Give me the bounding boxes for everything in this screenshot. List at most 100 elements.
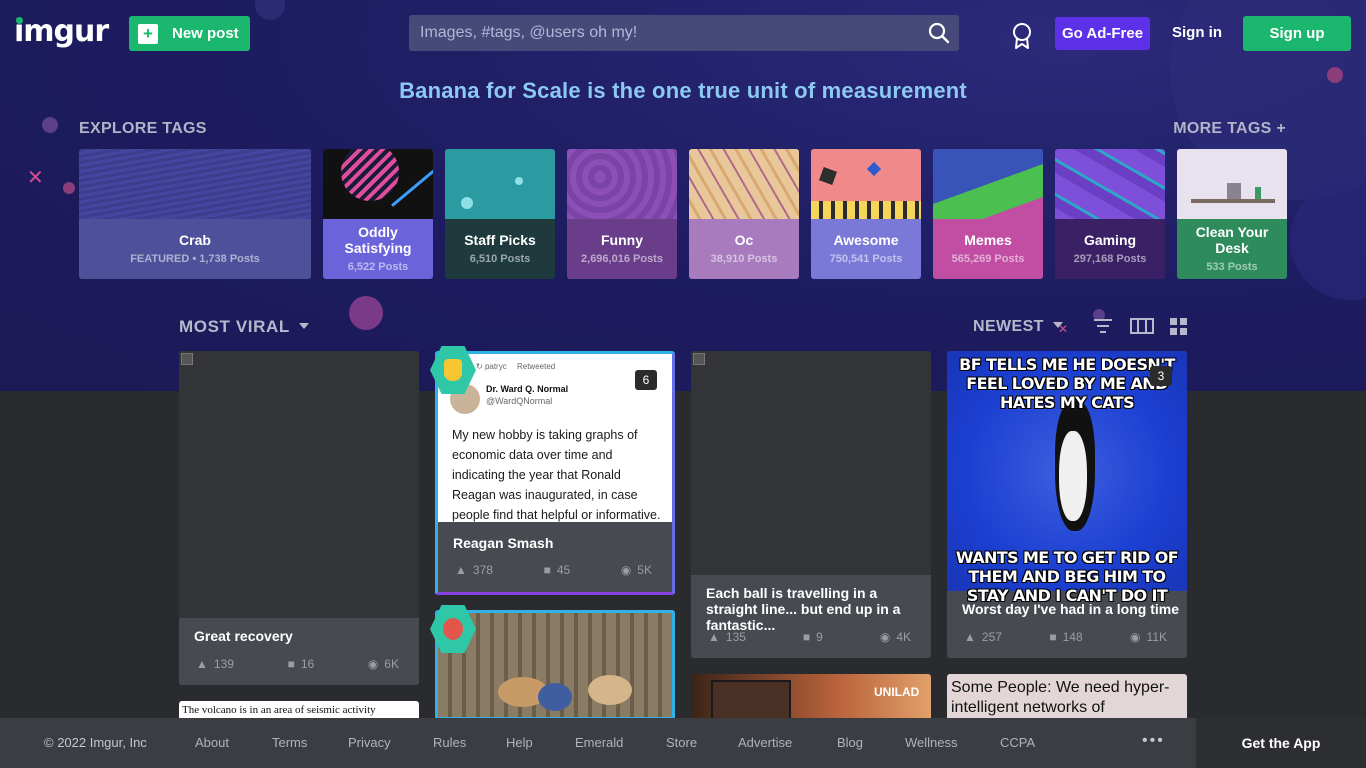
footer-link-privacy[interactable]: Privacy [348,735,391,750]
upvotes[interactable]: ▲ 135 [708,630,746,644]
upvotes[interactable]: ▲ 257 [964,630,1002,644]
upvote-count: 135 [725,630,746,644]
comment-icon: ■ [802,630,811,644]
post-card[interactable]: ↻ patryc Retweeted Dr. Ward Q. Normal @W… [435,351,675,595]
tag-name: Oddly Satisfying [344,224,412,256]
decor-circle [42,117,58,133]
post-title: Each ball is travelling in a straight li… [706,585,901,633]
more-tags-link[interactable]: MORE TAGS + [1173,120,1286,138]
grid-view-icon[interactable] [1169,316,1189,341]
comment-icon: ■ [287,657,295,671]
comment-count: 45 [556,563,571,577]
sign-in-link[interactable]: Sign in [1172,24,1222,41]
comment-count: 148 [1062,630,1083,644]
tag-card-oc[interactable]: Oc 38,910 Posts [689,149,799,279]
tag-card-funny[interactable]: Funny 2,696,016 Posts [567,149,677,279]
tag-count: 6,510 Posts [469,253,531,265]
tag-count: 565,269 Posts [951,253,1025,265]
upvotes[interactable]: ▲ 139 [196,657,234,671]
tag-name: Staff Picks [464,232,536,248]
arrow-up-icon: ▲ [964,630,976,644]
decor-circle [63,182,75,194]
tweet-handle: @WardQNormal [486,396,553,406]
footer-link-about[interactable]: About [195,735,229,750]
tag-card-clean-your-desk[interactable]: Clean Your Desk 533 Posts [1177,149,1287,279]
tag-image [323,149,433,219]
footer-link-help[interactable]: Help [506,735,533,750]
sort-label: MOST VIRAL [179,317,290,336]
view-count: 5K [637,563,652,577]
imgur-logo[interactable]: imgur [14,14,109,49]
comments: ■ 9 [803,630,823,644]
image-count-badge: 6 [635,370,657,390]
broken-image-icon [181,353,193,365]
tag-card-memes[interactable]: Memes 565,269 Posts [933,149,1043,279]
tag-name: Gaming [1083,232,1137,248]
go-ad-free-button[interactable]: Go Ad-Free [1055,17,1150,50]
get-the-app-button[interactable]: Get the App [1196,718,1366,768]
tag-card-staff-picks[interactable]: Staff Picks 6,510 Posts [445,149,555,279]
post-card[interactable]: Some People: We need hyper-intelligent n… [947,674,1187,724]
view-count: 4K [896,630,911,644]
footer: © 2022 Imgur, Inc About Terms Privacy Ru… [0,718,1366,768]
post-title: Worst day I've had in a long time [962,601,1179,617]
search-input[interactable] [409,15,919,51]
tagline[interactable]: Banana for Scale is the one true unit of… [0,78,1366,104]
views: ◉ 11K [1130,630,1167,644]
comments: ■ 148 [1049,630,1082,644]
sort-dropdown[interactable]: MOST VIRAL [179,317,309,337]
medal-icon[interactable] [1010,22,1034,50]
footer-link-store[interactable]: Store [666,735,697,750]
new-post-button[interactable]: + New post [129,16,250,51]
post-card[interactable]: BF TELLS ME HE DOESN'T FEEL LOVED BY ME … [947,351,1187,658]
tag-count: FEATURED • 1,738 Posts [130,253,260,265]
post-card[interactable]: UNILAD [691,674,931,724]
order-dropdown[interactable]: NEWEST [973,318,1063,336]
tag-count: 533 Posts [1206,261,1258,273]
upvotes[interactable]: ▲ 378 [455,563,493,577]
post-card[interactable]: Each ball is travelling in a straight li… [691,351,931,658]
post-preview-text: Some People: We need hyper-intelligent n… [951,679,1170,716]
tweet-author: Dr. Ward Q. Normal [486,384,569,394]
tag-card-crab[interactable]: Crab FEATURED • 1,738 Posts [79,149,311,279]
tag-card-oddly-satisfying[interactable]: Oddly Satisfying 6,522 Posts [323,149,433,279]
more-options-icon[interactable]: ••• [1142,732,1165,750]
eye-icon: ◉ [367,657,379,671]
post-stats: ▲ 378 ■ 45 ◉ 5K [455,563,652,577]
explore-tags-heading: EXPLORE TAGS [79,120,207,137]
meme-image: BF TELLS ME HE DOESN'T FEEL LOVED BY ME … [947,351,1187,605]
post-stats: ▲ 257 ■ 148 ◉ 11K [964,630,1167,644]
views: ◉ 5K [621,563,652,577]
tag-image [567,149,677,219]
tag-card-gaming[interactable]: Gaming 297,168 Posts [1055,149,1165,279]
post-stats: ▲ 135 ■ 9 ◉ 4K [708,630,911,644]
tag-count: 38,910 Posts [710,253,778,265]
footer-link-emerald[interactable]: Emerald [575,735,623,750]
image-count-badge: 3 [1150,366,1172,386]
eye-icon: ◉ [879,630,891,644]
sign-up-button[interactable]: Sign up [1243,16,1351,51]
footer-link-advertise[interactable]: Advertise [738,735,792,750]
tag-name: Memes [964,232,1012,248]
search-icon[interactable] [919,15,959,51]
view-count: 6K [384,657,399,671]
filter-icon[interactable] [1093,316,1113,341]
watermark-text: UNILAD [874,685,920,699]
waterfall-view-icon[interactable] [1130,316,1154,341]
tag-image [445,149,555,219]
arrow-up-icon: ▲ [455,563,467,577]
footer-link-ccpa[interactable]: CCPA [1000,735,1035,750]
tweet-retweet-line: ↻ patryc Retweeted [476,362,556,371]
tag-count: 750,541 Posts [829,253,903,265]
tag-name: Clean Your Desk [1195,224,1269,256]
post-card[interactable]: Great recovery ▲ 139 ■ 16 ◉ 6K [179,351,419,685]
footer-link-rules[interactable]: Rules [433,735,466,750]
tag-card-awesome[interactable]: Awesome 750,541 Posts [811,149,921,279]
footer-link-wellness[interactable]: Wellness [905,735,958,750]
footer-link-blog[interactable]: Blog [837,735,863,750]
tag-name: Awesome [833,232,899,248]
footer-link-terms[interactable]: Terms [272,735,307,750]
comments: ■ 45 [544,563,571,577]
post-title: Reagan Smash [453,535,554,551]
post-stats: ▲ 139 ■ 16 ◉ 6K [196,657,399,671]
